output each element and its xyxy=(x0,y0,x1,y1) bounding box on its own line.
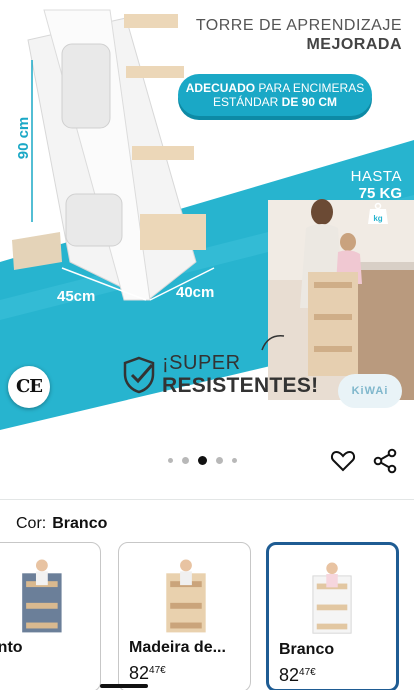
headline-line-2: MEJORADA xyxy=(306,36,402,53)
max-weight-value: 75 KG xyxy=(358,185,402,202)
share-icon[interactable] xyxy=(372,448,398,474)
super-line-1: ¡SUPER xyxy=(162,352,241,374)
color-option-card[interactable]: nzento 334€ xyxy=(0,542,101,692)
width-dimension: 45cm xyxy=(57,288,96,305)
pill-bold-1: ADECUADO xyxy=(185,81,256,95)
depth-dimension: 40cm xyxy=(176,284,215,301)
price-main: 82 xyxy=(279,665,300,685)
color-options: nzento 334€ Madeira de... 8247€ xyxy=(0,542,414,692)
color-option-card[interactable]: Madeira de... 8247€ xyxy=(118,542,251,692)
color-selector-label: Cor: Branco xyxy=(16,515,107,533)
carousel-dot[interactable] xyxy=(168,458,173,463)
product-thumbnail xyxy=(166,559,206,633)
super-line-2: RESISTENTES! xyxy=(162,374,319,397)
color-option-price: 8247€ xyxy=(129,663,166,684)
weight-icon: kg xyxy=(368,202,388,224)
product-thumbnail xyxy=(312,562,352,634)
weight-icon-text: kg xyxy=(373,214,382,223)
price-currency: € xyxy=(160,665,166,676)
height-dimension-text: 90 cm xyxy=(15,117,32,160)
color-option-name: nzento xyxy=(0,639,23,656)
brand-logo: KiWAi xyxy=(338,374,402,408)
bottom-bar xyxy=(0,690,414,699)
price-cents: 47 xyxy=(149,665,161,676)
heart-icon[interactable] xyxy=(330,448,356,474)
color-option-price: 8247€ xyxy=(279,665,316,686)
carousel-dot[interactable] xyxy=(182,457,189,464)
product-page: TORRE DE APRENDIZAJE MEJORADA ADECUADO P… xyxy=(0,0,414,699)
color-option-name: Branco xyxy=(279,641,335,658)
headline: TORRE DE APRENDIZAJE MEJORADA xyxy=(196,16,402,54)
price-cents: 47 xyxy=(299,667,311,678)
shield-check-icon xyxy=(123,356,155,394)
carousel-dot[interactable] xyxy=(232,458,237,463)
price-main: 82 xyxy=(129,663,150,683)
height-dimension: 90 cm xyxy=(15,117,32,160)
selected-color-name: Branco xyxy=(52,515,108,532)
headline-line-1: TORRE DE APRENDIZAJE xyxy=(195,17,402,34)
product-image[interactable]: TORRE DE APRENDIZAJE MEJORADA ADECUADO P… xyxy=(0,0,414,430)
color-option-card-selected[interactable]: Branco 8247€ xyxy=(266,542,399,692)
pill-text-2: ESTÁNDAR xyxy=(212,95,282,109)
product-thumbnail xyxy=(22,559,62,633)
counter-height-badge: ADECUADO PARA ENCIMERAS ESTÁNDAR DE 90 C… xyxy=(178,74,372,116)
color-label: Cor: xyxy=(16,515,47,532)
pill-text-1: PARA ENCIMERAS xyxy=(255,81,365,95)
color-option-name: Madeira de... xyxy=(129,639,226,656)
tab-indicator xyxy=(100,684,148,688)
ce-mark: CE xyxy=(8,366,50,408)
carousel-dot[interactable] xyxy=(216,457,223,464)
pill-bold-2: DE 90 CM xyxy=(281,95,338,109)
price-currency: € xyxy=(310,667,316,678)
divider xyxy=(0,499,414,500)
carousel-indicator[interactable] xyxy=(168,456,237,465)
max-weight-label: HASTA 75 KG xyxy=(351,168,402,202)
max-weight-prefix: HASTA xyxy=(350,168,402,185)
carousel-dot-active[interactable] xyxy=(198,456,207,465)
